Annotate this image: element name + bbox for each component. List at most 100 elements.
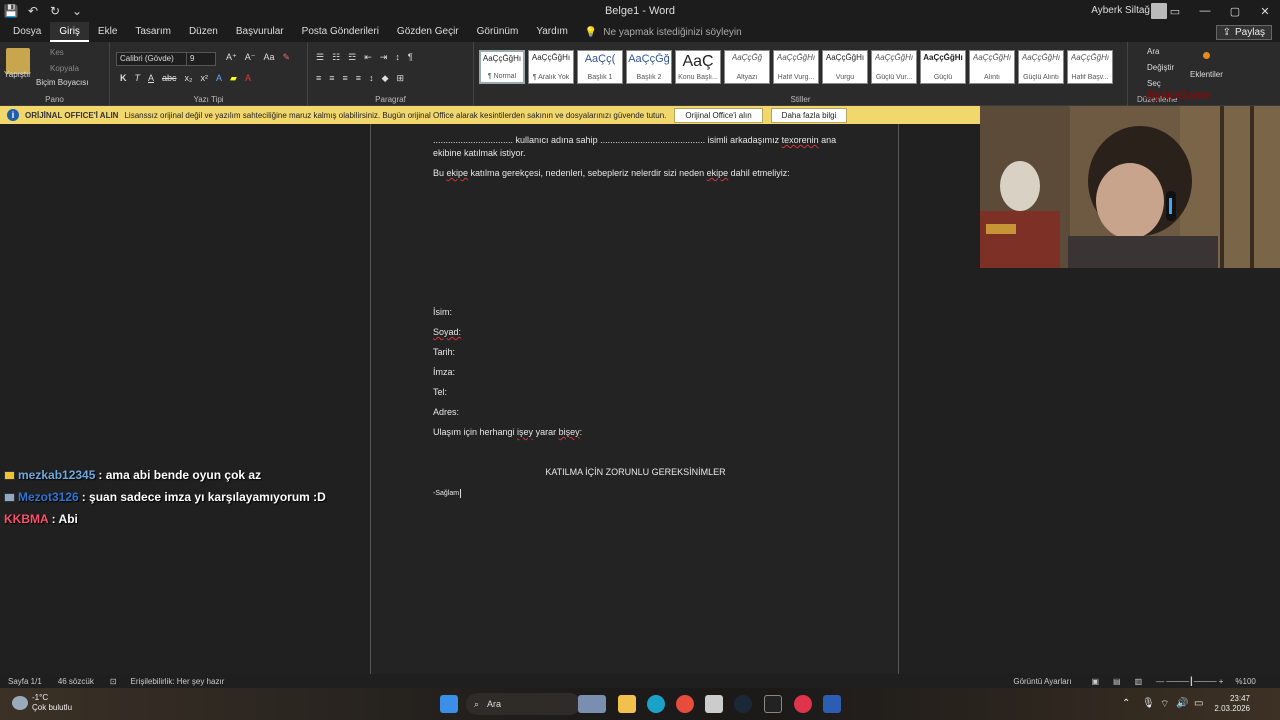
get-office-button[interactable]: Orijinal Office'i alın [674, 107, 763, 123]
word-icon[interactable] [823, 695, 841, 713]
ribbon-display-icon[interactable]: ▭ [1160, 0, 1190, 22]
subscript-icon[interactable]: x₂ [185, 73, 193, 84]
microphone-icon[interactable]: 🎙 [1142, 698, 1155, 709]
borders-icon[interactable]: ⊞ [396, 73, 404, 84]
copy-button[interactable]: Kopyala [50, 64, 79, 73]
more-info-button[interactable]: Daha fazla bilgi [770, 107, 848, 123]
file-explorer-icon[interactable] [618, 695, 636, 713]
font-color-icon[interactable]: A [245, 73, 251, 84]
battery-icon[interactable]: ▭ [1194, 698, 1203, 709]
italic-icon[interactable]: T [135, 73, 141, 84]
grow-font-icon[interactable]: A⁺ [226, 52, 237, 63]
style-tile[interactable]: AaÇçĞğHı Hafif Başv... [1067, 50, 1113, 84]
read-mode-icon[interactable]: ▣ [1091, 677, 1099, 686]
accessibility-status[interactable]: Erişilebilirlik: Her şey hazır [131, 677, 225, 686]
style-tile[interactable]: AaÇçĞğHı Güçlü Alıntı [1018, 50, 1064, 84]
tab-duzen[interactable]: Düzen [180, 22, 227, 42]
decrease-indent-icon[interactable]: ⇤ [364, 52, 372, 63]
style-tile[interactable]: AaÇçĞğHı ¶ Aralık Yok [528, 50, 574, 84]
redo-icon[interactable]: ↻ [44, 0, 66, 22]
font-name-box[interactable]: Calibri (Gövde) [116, 52, 190, 66]
share-button[interactable]: ⇪ Paylaş [1215, 25, 1272, 40]
align-left-icon[interactable]: ≡ [316, 73, 321, 84]
sort-icon[interactable]: ↕ [395, 52, 400, 63]
word-count[interactable]: 46 sözcük [58, 677, 94, 686]
close-button[interactable]: ✕ [1250, 0, 1280, 22]
para-intro[interactable]: ................................ kullanı… [433, 134, 836, 160]
replace-button[interactable]: Değiştir [1147, 63, 1174, 72]
field-soyad[interactable]: Soyad: [433, 326, 461, 339]
style-tile[interactable]: AaÇçĞğHı Vurgu [822, 50, 868, 84]
minimize-button[interactable]: — [1190, 0, 1220, 22]
requirements-heading[interactable]: KATILMA İÇİN ZORUNLU GEREKSİNİMLER [371, 467, 900, 477]
bold-icon[interactable]: K [120, 73, 127, 84]
user-name[interactable]: Ayberk Siltağ [1091, 5, 1150, 16]
change-case-icon[interactable]: Aa [264, 52, 275, 63]
pilcrow-icon[interactable]: ¶ [408, 52, 413, 63]
style-tile[interactable]: AaÇçĞğHı Güçlü [920, 50, 966, 84]
undo-icon[interactable]: ↶ [22, 0, 44, 22]
field-tel[interactable]: Tel: [433, 386, 447, 399]
document-page[interactable]: ................................ kullanı… [370, 124, 899, 674]
clock[interactable]: 23:47 2.03.2026 [1214, 694, 1250, 714]
increase-indent-icon[interactable]: ⇥ [380, 52, 388, 63]
addins-icon[interactable] [1203, 52, 1210, 59]
field-isim[interactable]: İsim: [433, 306, 452, 319]
shading-icon[interactable]: ◆ [382, 73, 389, 84]
field-imza[interactable]: İmza: [433, 366, 455, 379]
tab-ekle[interactable]: Ekle [89, 22, 126, 42]
text-effects-icon[interactable]: A [216, 73, 222, 84]
superscript-icon[interactable]: x² [201, 73, 209, 84]
tab-basvurular[interactable]: Başvurular [227, 22, 293, 42]
bullets-icon[interactable]: ☰ [316, 52, 324, 63]
align-right-icon[interactable]: ≡ [343, 73, 348, 84]
tab-posta[interactable]: Posta Gönderileri [293, 22, 388, 42]
tab-yardim[interactable]: Yardım [527, 22, 577, 42]
store-icon[interactable] [705, 695, 723, 713]
zoom-slider[interactable]: — ────┃──── + [1156, 677, 1223, 686]
style-tile[interactable]: AaÇçĞğHı Güçlü Vur... [871, 50, 917, 84]
network-icon[interactable]: ⌔ [1160, 698, 1169, 711]
tray-chevron-icon[interactable]: ⌃ [1122, 698, 1130, 709]
app-icon[interactable] [794, 695, 812, 713]
font-size-box[interactable]: 9 [186, 52, 216, 66]
style-tile[interactable]: AaÇç(Başlık 1 [577, 50, 623, 84]
tab-gozden-gecir[interactable]: Gözden Geçir [388, 22, 468, 42]
requirement-item[interactable]: -Sağlam [433, 487, 462, 500]
style-tile[interactable]: AaÇ Konu Başlı... [675, 50, 721, 84]
select-button[interactable]: Seç [1147, 79, 1161, 88]
paste-label[interactable]: Yapıştır [4, 70, 31, 79]
numbering-icon[interactable]: ☷ [332, 52, 340, 63]
cut-button[interactable]: Kes [50, 48, 64, 57]
tab-gorunum[interactable]: Görünüm [468, 22, 528, 42]
display-settings-button[interactable]: Görüntü Ayarları [1013, 677, 1071, 686]
taskbar-search[interactable]: ⌕ Ara [466, 693, 581, 715]
underline-icon[interactable]: A [148, 73, 154, 84]
highlight-icon[interactable]: ▰ [230, 73, 237, 84]
tab-dosya[interactable]: Dosya [4, 22, 50, 42]
strikethrough-icon[interactable]: abc [162, 73, 177, 84]
start-icon[interactable] [440, 695, 458, 713]
multilevel-icon[interactable]: ☲ [348, 52, 356, 63]
save-icon[interactable]: 💾 [0, 0, 22, 22]
para-question[interactable]: Bu ekipe katılma gerekçesi, nedenleri, s… [433, 167, 790, 180]
find-button[interactable]: Ara [1147, 47, 1159, 56]
edge-icon[interactable] [647, 695, 665, 713]
epic-games-icon[interactable] [764, 695, 782, 713]
style-tile[interactable]: AaÇçĞğHı ¶ Normal [479, 50, 525, 84]
maximize-button[interactable]: ▢ [1220, 0, 1250, 22]
weather-widget[interactable]: -1°C Çok bulutlu [12, 693, 72, 713]
line-spacing-icon[interactable]: ↕ [369, 73, 374, 84]
proofing-icon[interactable]: ⊡ [110, 677, 117, 686]
web-layout-icon[interactable]: ▥ [1135, 677, 1143, 686]
widget-icon[interactable] [578, 695, 606, 713]
page-count[interactable]: Sayfa 1/1 [8, 677, 42, 686]
style-tile[interactable]: AaÇçĞğ Başlık 2 [626, 50, 672, 84]
addins-button[interactable]: Eklentiler [1190, 70, 1223, 79]
field-tarih[interactable]: Tarih: [433, 346, 455, 359]
style-tile[interactable]: AaÇçĞğHı Hafif Vurg... [773, 50, 819, 84]
field-adres[interactable]: Adres: [433, 406, 459, 419]
zoom-level[interactable]: %100 [1235, 677, 1255, 686]
para-contact[interactable]: Ulaşım için herhangi işey yarar bişey: [433, 426, 582, 439]
align-center-icon[interactable]: ≡ [329, 73, 334, 84]
